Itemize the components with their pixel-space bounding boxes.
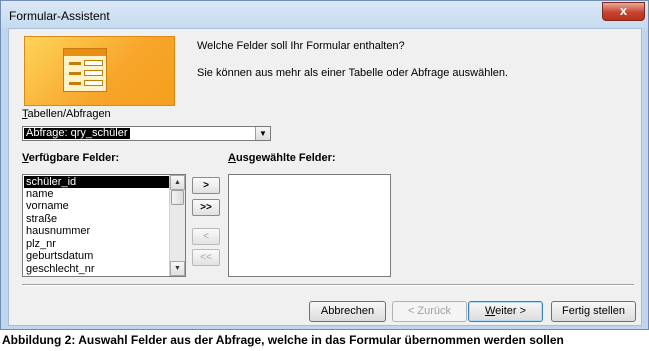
window-title: Formular-Assistent [9, 9, 110, 23]
dropdown-arrow-icon[interactable]: ▼ [255, 127, 270, 140]
add-all-fields-button[interactable]: >> [192, 199, 220, 216]
wizard-question: Welche Felder soll Ihr Formular enthalte… [197, 40, 405, 52]
remove-field-button[interactable]: < [192, 228, 220, 245]
add-field-button[interactable]: > [192, 177, 220, 194]
selected-fields-label: Ausgewählte Felder: [228, 152, 336, 164]
wizard-hint: Sie können aus mehr als einer Tabelle od… [197, 67, 509, 79]
wizard-illustration [24, 36, 175, 106]
list-item[interactable]: schüler_id [24, 176, 169, 188]
list-item[interactable]: hausnummer [24, 225, 169, 237]
dialog-window: Formular-Assistent x Welche Felder soll … [0, 0, 649, 330]
title-bar[interactable]: Formular-Assistent x [1, 1, 648, 28]
list-item[interactable]: name [24, 188, 169, 200]
tables-queries-dropdown[interactable]: Abfrage: qry_schüler ▼ [22, 126, 271, 141]
form-illustration-icon [63, 48, 107, 92]
close-icon: x [619, 3, 628, 18]
cancel-button[interactable]: Abbrechen [309, 301, 386, 322]
figure-caption: Abbildung 2: Auswahl Felder aus der Abfr… [2, 333, 564, 347]
scroll-up-icon[interactable]: ▲ [170, 175, 185, 190]
list-item[interactable]: vorname [24, 200, 169, 212]
finish-button[interactable]: Fertig stellen [551, 301, 636, 322]
list-item[interactable]: geschlecht_nr [24, 263, 169, 275]
list-item[interactable]: geburtsdatum [24, 250, 169, 262]
list-item[interactable]: straße [24, 213, 169, 225]
available-fields-scrollbar[interactable]: ▲ ▼ [169, 175, 185, 276]
available-fields-list[interactable]: schüler_id name vorname straße hausnumme… [22, 174, 186, 277]
remove-all-fields-button[interactable]: << [192, 249, 220, 266]
next-button[interactable]: Weiter > [468, 301, 543, 322]
tables-queries-label: Tabellen/Abfragen [22, 108, 111, 120]
scroll-down-icon[interactable]: ▼ [170, 261, 185, 276]
selected-source-value: Abfrage: qry_schüler [24, 127, 130, 139]
selected-fields-list[interactable] [228, 174, 391, 277]
available-fields-label: Verfügbare Felder: [22, 152, 120, 164]
close-button[interactable]: x [602, 2, 645, 21]
scroll-thumb[interactable] [171, 190, 184, 205]
back-button[interactable]: < Zurück [392, 301, 467, 322]
footer-divider [22, 284, 634, 286]
list-item[interactable]: plz_nr [24, 238, 169, 250]
wizard-body: Welche Felder soll Ihr Formular enthalte… [8, 28, 642, 326]
